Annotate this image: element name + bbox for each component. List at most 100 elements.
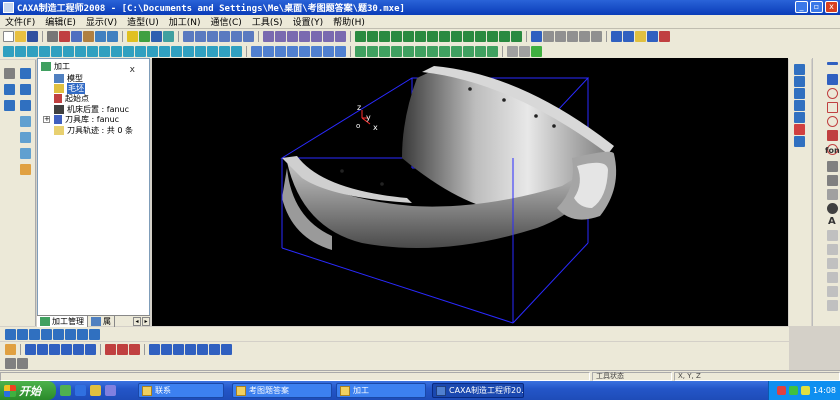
solid-icon[interactable]	[299, 46, 310, 57]
save-icon[interactable]	[27, 31, 38, 42]
color-icon[interactable]	[163, 31, 174, 42]
transform-tool-icon[interactable]	[221, 343, 232, 355]
render-icon[interactable]	[647, 31, 658, 42]
transform-tool-icon[interactable]	[149, 343, 160, 355]
curve-edit-icon[interactable]	[85, 343, 96, 355]
menu-machining[interactable]: 加工(N)	[164, 15, 206, 28]
rotate-icon[interactable]	[579, 31, 590, 42]
view-icon[interactable]	[207, 31, 218, 42]
feature-icon[interactable]	[231, 46, 242, 57]
operation-icon[interactable]	[794, 112, 805, 123]
equation-icon[interactable]	[827, 161, 838, 172]
trajectory-icon[interactable]	[355, 46, 366, 57]
browser-icon[interactable]	[75, 385, 86, 396]
surface-tool-icon[interactable]	[41, 328, 52, 340]
filter-icon[interactable]	[151, 31, 162, 42]
machining-icon[interactable]	[511, 31, 522, 42]
machining-icon[interactable]	[379, 31, 390, 42]
misc-tool-icon[interactable]	[5, 357, 16, 369]
explorer-icon[interactable]	[90, 385, 101, 396]
surface-icon[interactable]	[299, 31, 310, 42]
feature-icon[interactable]	[3, 46, 14, 57]
surface-icon[interactable]	[323, 31, 334, 42]
view-icon[interactable]	[243, 31, 254, 42]
trajectory-icon[interactable]	[391, 46, 402, 57]
trajectory-icon[interactable]	[451, 46, 462, 57]
feature-icon[interactable]	[147, 46, 158, 57]
task-button-caxa[interactable]: CAXA制造工程师20...	[432, 383, 524, 398]
view-icon[interactable]	[183, 31, 194, 42]
measure-icon[interactable]	[20, 164, 31, 175]
sketch-icon[interactable]	[4, 84, 15, 95]
paste-icon[interactable]	[83, 31, 94, 42]
transform-tool-icon[interactable]	[209, 343, 220, 355]
transform-tool-icon[interactable]	[185, 343, 196, 355]
rectangle-icon[interactable]	[827, 102, 838, 113]
start-button[interactable]: 开始	[0, 381, 56, 400]
menu-file[interactable]: 文件(F)	[0, 15, 40, 28]
tree-item-toolpaths[interactable]: 刀具轨迹 : 共 0 条	[54, 125, 133, 136]
text-tool-icon[interactable]: A	[828, 216, 836, 227]
surface-tool-icon[interactable]	[17, 328, 28, 340]
feature-icon[interactable]	[15, 46, 26, 57]
help-icon[interactable]	[659, 31, 670, 42]
layer-icon[interactable]	[139, 31, 150, 42]
quicklaunch-icon[interactable]	[105, 385, 116, 396]
feature-icon[interactable]	[207, 46, 218, 57]
trim-icon[interactable]	[827, 189, 838, 200]
view-icon[interactable]	[195, 31, 206, 42]
surface-icon[interactable]	[275, 31, 286, 42]
line-icon[interactable]	[20, 84, 31, 95]
pan-icon[interactable]	[591, 31, 602, 42]
tree-expand-toggle[interactable]: +	[43, 116, 50, 123]
curve-edit-icon[interactable]	[49, 343, 60, 355]
restore-button[interactable]: ▫	[810, 1, 823, 13]
window-icon[interactable]	[531, 31, 542, 42]
menu-settings[interactable]: 设置(Y)	[288, 15, 329, 28]
hidden-line-icon[interactable]	[623, 31, 634, 42]
feature-icon[interactable]	[219, 46, 230, 57]
trajectory-icon[interactable]	[439, 46, 450, 57]
feature-icon[interactable]	[111, 46, 122, 57]
zoom-out-icon[interactable]	[555, 31, 566, 42]
surface-tool-icon[interactable]	[53, 328, 64, 340]
open-file-icon[interactable]	[15, 31, 26, 42]
menu-view[interactable]: 显示(V)	[81, 15, 122, 28]
curve-edit-icon[interactable]	[105, 343, 116, 355]
feature-icon[interactable]	[171, 46, 182, 57]
solid-icon[interactable]	[263, 46, 274, 57]
operation-icon[interactable]	[794, 136, 805, 147]
machining-icon[interactable]	[391, 31, 402, 42]
solid-icon[interactable]	[335, 46, 346, 57]
feature-icon[interactable]	[75, 46, 86, 57]
solid-icon[interactable]	[275, 46, 286, 57]
wireframe-icon[interactable]	[611, 31, 622, 42]
operation-icon[interactable]	[794, 88, 805, 99]
feature-icon[interactable]	[195, 46, 206, 57]
surface-tool-icon[interactable]	[89, 328, 100, 340]
operation-icon[interactable]	[794, 100, 805, 111]
trajectory-icon[interactable]	[415, 46, 426, 57]
polyline-icon[interactable]	[827, 74, 838, 85]
transform-tool-icon[interactable]	[173, 343, 184, 355]
tree-root-machining[interactable]: 加工	[41, 61, 70, 72]
feature-icon[interactable]	[27, 46, 38, 57]
eraser-icon[interactable]	[5, 343, 16, 355]
network-icon[interactable]	[788, 386, 798, 395]
surface-icon[interactable]	[287, 31, 298, 42]
line-draw-icon[interactable]	[827, 62, 838, 65]
feature-icon[interactable]	[87, 46, 98, 57]
misc-tool-icon[interactable]	[17, 357, 28, 369]
volume-icon[interactable]	[800, 386, 810, 395]
print-icon[interactable]	[47, 31, 58, 42]
machining-icon[interactable]	[403, 31, 414, 42]
machining-icon[interactable]	[451, 31, 462, 42]
cut-icon[interactable]	[59, 31, 70, 42]
task-button-contact[interactable]: 联系	[138, 383, 224, 398]
transform-tool-icon[interactable]	[161, 343, 172, 355]
clock[interactable]: 14:08	[813, 386, 836, 395]
curve-edit-icon[interactable]	[61, 343, 72, 355]
surface-tool-icon[interactable]	[65, 328, 76, 340]
machining-icon[interactable]	[415, 31, 426, 42]
minimize-button[interactable]: _	[795, 1, 808, 13]
